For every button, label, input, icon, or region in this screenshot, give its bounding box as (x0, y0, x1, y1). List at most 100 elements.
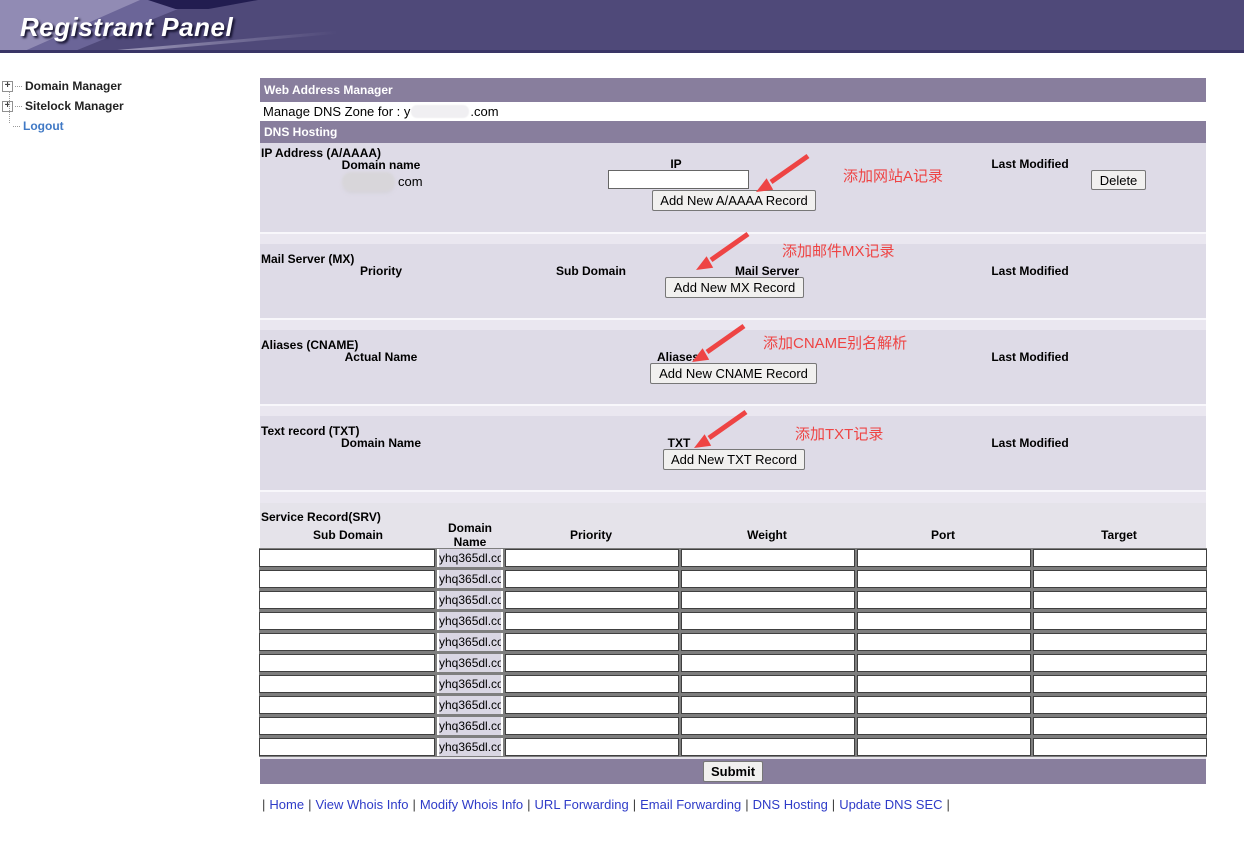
srv-target-input[interactable] (1033, 675, 1207, 693)
add-cname-record-button[interactable]: Add New CNAME Record (650, 363, 817, 384)
srv-sub-domain-input[interactable] (259, 612, 435, 630)
dns-hosting-bar: DNS Hosting (260, 121, 1206, 143)
srv-sub-domain-input[interactable] (259, 717, 435, 735)
redacted-domain-blur (342, 172, 395, 191)
red-arrow-icon (692, 230, 752, 274)
pipe-separator: | (947, 797, 950, 812)
redacted-domain-blur (411, 105, 469, 118)
manage-dns-zone-row: Manage DNS Zone for : y .com (260, 102, 1206, 121)
srv-port-input[interactable] (857, 549, 1031, 567)
add-txt-record-button[interactable]: Add New TXT Record (663, 449, 805, 470)
a-last-modified-header: Last Modified (970, 157, 1090, 171)
footer-link-home[interactable]: Home (269, 797, 304, 812)
srv-target-input[interactable] (1033, 570, 1207, 588)
add-mx-record-button[interactable]: Add New MX Record (665, 277, 804, 298)
srv-port-input[interactable] (857, 654, 1031, 672)
expand-plus-icon[interactable]: + (2, 101, 13, 112)
srv-sub-domain-input[interactable] (259, 633, 435, 651)
footer-link-view-whois[interactable]: View Whois Info (315, 797, 408, 812)
srv-port-input[interactable] (857, 738, 1031, 756)
srv-target-input[interactable] (1033, 633, 1207, 651)
srv-domain-cell: yhq365dl.com (437, 738, 503, 756)
srv-sub-domain-input[interactable] (259, 654, 435, 672)
sidebar-item-label[interactable]: Sitelock Manager (25, 99, 124, 113)
submit-button[interactable]: Submit (703, 761, 763, 782)
mx-last-modified-header: Last Modified (970, 264, 1090, 278)
srv-weight-input[interactable] (681, 654, 855, 672)
srv-weight-input[interactable] (681, 549, 855, 567)
tree-connector (9, 91, 10, 123)
srv-target-input[interactable] (1033, 612, 1207, 630)
srv-port-input[interactable] (857, 570, 1031, 588)
srv-port-input[interactable] (857, 633, 1031, 651)
a-domain-name-header: Domain name (321, 158, 441, 172)
delete-a-record-button[interactable]: Delete (1091, 170, 1146, 190)
srv-sub-domain-input[interactable] (259, 738, 435, 756)
srv-sub-domain-input[interactable] (259, 696, 435, 714)
sidebar-item-label[interactable]: Domain Manager (25, 79, 122, 93)
srv-priority-input[interactable] (505, 717, 679, 735)
srv-sub-domain-input[interactable] (259, 591, 435, 609)
mx-record-annotation: 添加邮件MX记录 (782, 240, 895, 261)
expand-plus-icon[interactable]: + (2, 81, 13, 92)
srv-weight-input[interactable] (681, 696, 855, 714)
srv-priority-input[interactable] (505, 654, 679, 672)
srv-domain-cell: yhq365dl.com (437, 570, 503, 588)
pipe-separator: | (527, 797, 530, 812)
srv-priority-input[interactable] (505, 675, 679, 693)
footer-link-url-forwarding[interactable]: URL Forwarding (535, 797, 629, 812)
srv-sub-domain-input[interactable] (259, 675, 435, 693)
web-address-manager-title: Web Address Manager (264, 83, 393, 97)
footer-link-dns-hosting[interactable]: DNS Hosting (753, 797, 828, 812)
srv-weight-input[interactable] (681, 570, 855, 588)
srv-weight-input[interactable] (681, 717, 855, 735)
srv-row: yhq365dl.com (259, 591, 1207, 609)
srv-priority-input[interactable] (505, 633, 679, 651)
srv-port-input[interactable] (857, 612, 1031, 630)
srv-priority-input[interactable] (505, 570, 679, 588)
mx-priority-header: Priority (321, 264, 441, 278)
srv-weight-input[interactable] (681, 591, 855, 609)
sidebar-tree: + Domain Manager + Sitelock Manager Logo… (2, 76, 124, 136)
srv-target-input[interactable] (1033, 549, 1207, 567)
srv-sub-domain-input[interactable] (259, 570, 435, 588)
srv-weight-input[interactable] (681, 612, 855, 630)
srv-target-input[interactable] (1033, 717, 1207, 735)
srv-target-input[interactable] (1033, 738, 1207, 756)
sidebar-item-domain-manager[interactable]: + Domain Manager (2, 76, 124, 96)
footer-link-modify-whois[interactable]: Modify Whois Info (420, 797, 523, 812)
srv-row: yhq365dl.com (259, 612, 1207, 630)
pipe-separator: | (633, 797, 636, 812)
a-ip-input[interactable] (608, 170, 749, 189)
logout-link[interactable]: Logout (23, 119, 64, 133)
srv-priority-input[interactable] (505, 591, 679, 609)
srv-port-input[interactable] (857, 591, 1031, 609)
pipe-separator: | (745, 797, 748, 812)
srv-port-input[interactable] (857, 675, 1031, 693)
srv-port-input[interactable] (857, 717, 1031, 735)
sidebar-item-logout[interactable]: Logout (2, 116, 124, 136)
srv-weight-input[interactable] (681, 675, 855, 693)
srv-priority-input[interactable] (505, 612, 679, 630)
a-domain-suffix: com (398, 174, 423, 189)
srv-target-input[interactable] (1033, 591, 1207, 609)
srv-target-input[interactable] (1033, 654, 1207, 672)
web-address-manager-bar: Web Address Manager (260, 78, 1206, 102)
footer-link-update-dns-sec[interactable]: Update DNS SEC (839, 797, 942, 812)
srv-domain-cell: yhq365dl.com (437, 612, 503, 630)
sidebar-item-sitelock-manager[interactable]: + Sitelock Manager (2, 96, 124, 116)
srv-sub-domain-input[interactable] (259, 549, 435, 567)
cname-last-modified-header: Last Modified (970, 350, 1090, 364)
srv-port-input[interactable] (857, 696, 1031, 714)
srv-priority-input[interactable] (505, 696, 679, 714)
a-record-annotation: 添加网站A记录 (843, 165, 943, 186)
srv-weight-input[interactable] (681, 633, 855, 651)
srv-domain-cell: yhq365dl.com (437, 654, 503, 672)
srv-priority-input[interactable] (505, 549, 679, 567)
section-divider (260, 490, 1206, 503)
srv-weight-input[interactable] (681, 738, 855, 756)
footer-link-email-forwarding[interactable]: Email Forwarding (640, 797, 741, 812)
srv-priority-input[interactable] (505, 738, 679, 756)
srv-target-input[interactable] (1033, 696, 1207, 714)
pipe-separator: | (832, 797, 835, 812)
